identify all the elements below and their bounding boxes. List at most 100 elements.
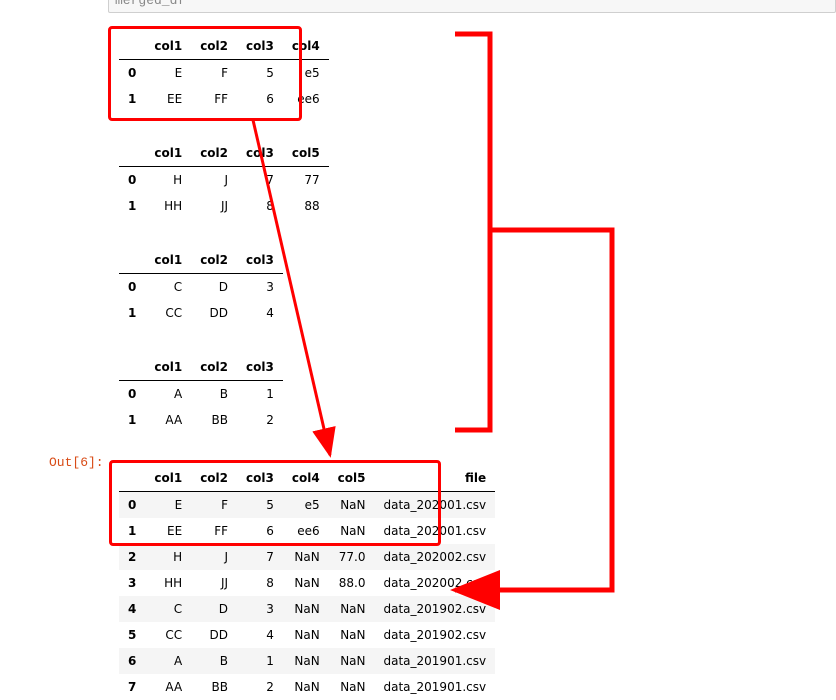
dataframe-3: col1col2col3 0CD31CCDD4 xyxy=(119,247,283,326)
cell: 4 xyxy=(237,622,283,648)
dataframe-1: col1col2col3col4 0EF5e51EEFF6ee6 xyxy=(119,33,329,112)
cell: D xyxy=(191,596,237,622)
col-header xyxy=(119,33,145,60)
col-header: col2 xyxy=(191,33,237,60)
cell: 8 xyxy=(237,193,283,219)
cell: NaN xyxy=(329,492,375,519)
cell: H xyxy=(145,167,191,194)
col-header: col3 xyxy=(237,33,283,60)
cell: AA xyxy=(145,407,191,433)
col-header: col1 xyxy=(145,247,191,274)
cell: e5 xyxy=(283,60,329,87)
row-index: 4 xyxy=(119,596,145,622)
col-header: col3 xyxy=(237,354,283,381)
table-row: 1HHJJ888 xyxy=(119,193,329,219)
row-index: 1 xyxy=(119,407,145,433)
cell: 3 xyxy=(237,596,283,622)
cell: data_201901.csv xyxy=(375,648,496,674)
table-row: 1AABB2 xyxy=(119,407,283,433)
table-row: 1EEFF6ee6NaNdata_202001.csv xyxy=(119,518,495,544)
row-index: 0 xyxy=(119,381,145,408)
cell: NaN xyxy=(283,622,329,648)
row-index: 0 xyxy=(119,492,145,519)
cell: C xyxy=(145,274,191,301)
cell: NaN xyxy=(329,518,375,544)
col-header xyxy=(119,247,145,274)
cell: JJ xyxy=(191,570,237,596)
col-header: col5 xyxy=(283,140,329,167)
col-header: col3 xyxy=(237,247,283,274)
cell: 8 xyxy=(237,570,283,596)
cell: BB xyxy=(191,674,237,700)
row-index: 0 xyxy=(119,60,145,87)
table-row: 0HJ777 xyxy=(119,167,329,194)
cell: data_202002.csv xyxy=(375,544,496,570)
row-index: 5 xyxy=(119,622,145,648)
cell: BB xyxy=(191,407,237,433)
table-row: 0EF5e5 xyxy=(119,60,329,87)
row-index: 1 xyxy=(119,518,145,544)
row-index: 0 xyxy=(119,167,145,194)
row-index: 2 xyxy=(119,544,145,570)
dataframe-2: col1col2col3col5 0HJ7771HHJJ888 xyxy=(119,140,329,219)
cell: data_202002.csv xyxy=(375,570,496,596)
row-index: 1 xyxy=(119,300,145,326)
cell: D xyxy=(191,274,237,301)
cell: 77 xyxy=(283,167,329,194)
cell: A xyxy=(145,381,191,408)
code-cell[interactable]: merged_df xyxy=(108,0,836,13)
cell: E xyxy=(145,60,191,87)
cell: F xyxy=(191,60,237,87)
col-header: col3 xyxy=(237,465,283,492)
cell: data_201901.csv xyxy=(375,674,496,700)
cell: 77.0 xyxy=(329,544,375,570)
cell: FF xyxy=(191,518,237,544)
cell: 6 xyxy=(237,518,283,544)
cell: A xyxy=(145,648,191,674)
cell: 88 xyxy=(283,193,329,219)
cell: 6 xyxy=(237,86,283,112)
cell: JJ xyxy=(191,193,237,219)
table-row: 4CD3NaNNaNdata_201902.csv xyxy=(119,596,495,622)
cell: E xyxy=(145,492,191,519)
col-header: file xyxy=(375,465,496,492)
cell: DD xyxy=(191,300,237,326)
cell: NaN xyxy=(283,596,329,622)
cell: NaN xyxy=(283,570,329,596)
table-row: 0AB1 xyxy=(119,381,283,408)
cell: AA xyxy=(145,674,191,700)
cell: CC xyxy=(145,622,191,648)
cell: data_202001.csv xyxy=(375,518,496,544)
cell: NaN xyxy=(283,648,329,674)
table-row: 1CCDD4 xyxy=(119,300,283,326)
cell: data_201902.csv xyxy=(375,596,496,622)
col-header: col2 xyxy=(191,354,237,381)
cell: data_202001.csv xyxy=(375,492,496,519)
cell: J xyxy=(191,544,237,570)
col-header xyxy=(119,465,145,492)
cell: 3 xyxy=(237,274,283,301)
row-index: 6 xyxy=(119,648,145,674)
cell: HH xyxy=(145,570,191,596)
table-row: 5CCDD4NaNNaNdata_201902.csv xyxy=(119,622,495,648)
table-row: 6AB1NaNNaNdata_201901.csv xyxy=(119,648,495,674)
row-index: 0 xyxy=(119,274,145,301)
cell: HH xyxy=(145,193,191,219)
cell: 1 xyxy=(237,648,283,674)
col-header xyxy=(119,354,145,381)
col-header: col1 xyxy=(145,354,191,381)
cell: NaN xyxy=(329,648,375,674)
cell: B xyxy=(191,648,237,674)
cell: EE xyxy=(145,518,191,544)
table-row: 2HJ7NaN77.0data_202002.csv xyxy=(119,544,495,570)
row-index: 7 xyxy=(119,674,145,700)
cell: 88.0 xyxy=(329,570,375,596)
col-header xyxy=(119,140,145,167)
cell: ee6 xyxy=(283,86,329,112)
col-header: col4 xyxy=(283,465,329,492)
table-row: 0EF5e5NaNdata_202001.csv xyxy=(119,492,495,519)
cell: NaN xyxy=(329,596,375,622)
cell: J xyxy=(191,167,237,194)
col-header: col2 xyxy=(191,465,237,492)
cell: 7 xyxy=(237,167,283,194)
